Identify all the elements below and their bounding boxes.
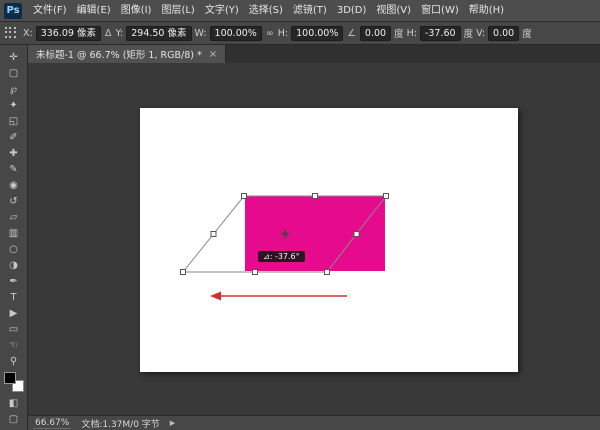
document-area: 未标题-1 @ 66.7% (矩形 1, RGB/8) * ×	[28, 45, 600, 430]
quick-mask-button[interactable]: ◧	[2, 395, 26, 411]
menu-window[interactable]: 窗口(W)	[416, 0, 464, 22]
pasteboard[interactable]: ⊿: -37.6°	[28, 63, 600, 415]
menu-select[interactable]: 选择(S)	[244, 0, 288, 22]
handle-bottom-left[interactable]	[181, 270, 186, 275]
menu-edit[interactable]: 编辑(E)	[72, 0, 116, 22]
y-input[interactable]: 294.50 像素	[126, 26, 191, 41]
type-tool[interactable]: T	[2, 289, 26, 305]
reference-point-locator[interactable]	[5, 27, 17, 39]
document-size-info: 文档:1.37M/0 字节	[81, 417, 159, 430]
clone-stamp-tool[interactable]: ◉	[2, 177, 26, 193]
x-input[interactable]: 336.09 像素	[36, 26, 101, 41]
menu-help[interactable]: 帮助(H)	[464, 0, 509, 22]
blur-tool[interactable]: ○	[2, 241, 26, 257]
handle-bottom-center[interactable]	[253, 270, 258, 275]
eyedropper-tool[interactable]: ✐	[2, 129, 26, 145]
handle-top-left[interactable]	[242, 194, 247, 199]
skew-h-label: H:	[407, 28, 417, 39]
link-dimensions-icon[interactable]: ∞	[265, 28, 275, 39]
menu-bar: Ps 文件(F) 编辑(E) 图像(I) 图层(L) 文字(Y) 选择(S) 滤…	[0, 0, 600, 22]
menu-3d[interactable]: 3D(D)	[332, 0, 372, 22]
shape-tool[interactable]: ▭	[2, 321, 26, 337]
dodge-tool[interactable]: ◑	[2, 257, 26, 273]
marquee-tool[interactable]: ▢	[2, 65, 26, 81]
handle-bottom-right[interactable]	[325, 270, 330, 275]
width-input[interactable]: 100.00%	[210, 26, 262, 41]
lasso-tool[interactable]: ℘	[2, 81, 26, 97]
zoom-tool[interactable]: ⚲	[2, 353, 26, 369]
foreground-color-swatch[interactable]	[4, 372, 16, 384]
skew-h-input[interactable]: -37.60	[420, 26, 461, 41]
transform-preview	[140, 108, 518, 372]
tab-strip: 未标题-1 @ 66.7% (矩形 1, RGB/8) * ×	[28, 45, 600, 63]
brush-tool[interactable]: ✎	[2, 161, 26, 177]
eraser-tool[interactable]: ▱	[2, 209, 26, 225]
path-selection-tool[interactable]: ▶	[2, 305, 26, 321]
tool-palette: ✛ ▢ ℘ ✦ ◱ ✐ ✚ ✎ ◉ ↺ ▱ ▥ ○ ◑ ✒ T ▶ ▭ ☜ ⚲ …	[0, 45, 28, 430]
skew-v-unit: 度	[522, 26, 532, 40]
menu-filter[interactable]: 滤镜(T)	[288, 0, 332, 22]
document-tab-title: 未标题-1 @ 66.7% (矩形 1, RGB/8) *	[36, 47, 202, 61]
handle-top-right[interactable]	[384, 194, 389, 199]
crop-tool[interactable]: ◱	[2, 113, 26, 129]
hand-tool[interactable]: ☜	[2, 337, 26, 353]
width-label: W:	[195, 28, 207, 39]
skew-angle-tooltip: ⊿: -37.6°	[258, 251, 305, 262]
transform-options-bar: X: 336.09 像素 Δ Y: 294.50 像素 W: 100.00% ∞…	[0, 22, 600, 45]
handle-top-center[interactable]	[313, 194, 318, 199]
rotate-unit: 度	[394, 26, 404, 40]
status-bar: 66.67% 文档:1.37M/0 字节 ▶	[28, 415, 600, 430]
document-canvas[interactable]: ⊿: -37.6°	[140, 108, 518, 372]
y-label: Y:	[115, 28, 123, 39]
healing-brush-tool[interactable]: ✚	[2, 145, 26, 161]
relative-position-icon[interactable]: Δ	[104, 28, 113, 39]
screen-mode-button[interactable]: ▢	[2, 411, 26, 427]
photoshop-logo: Ps	[4, 3, 22, 19]
move-tool[interactable]: ✛	[2, 49, 26, 65]
skew-v-input[interactable]: 0.00	[488, 26, 519, 41]
pen-tool[interactable]: ✒	[2, 273, 26, 289]
x-label: X:	[23, 28, 33, 39]
menu-type[interactable]: 文字(Y)	[200, 0, 244, 22]
menu-file[interactable]: 文件(F)	[28, 0, 72, 22]
handle-middle-right[interactable]	[354, 232, 359, 237]
skew-v-label: V:	[476, 28, 485, 39]
document-tab[interactable]: 未标题-1 @ 66.7% (矩形 1, RGB/8) * ×	[28, 45, 226, 63]
height-label: H:	[278, 28, 288, 39]
skew-h-unit: 度	[464, 26, 474, 40]
menu-view[interactable]: 视图(V)	[371, 0, 416, 22]
color-swatches[interactable]	[4, 372, 24, 392]
main-area: ✛ ▢ ℘ ✦ ◱ ✐ ✚ ✎ ◉ ↺ ▱ ▥ ○ ◑ ✒ T ▶ ▭ ☜ ⚲ …	[0, 45, 600, 430]
quick-selection-tool[interactable]: ✦	[2, 97, 26, 113]
menu-image[interactable]: 图像(I)	[116, 0, 157, 22]
rotate-input[interactable]: 0.00	[360, 26, 391, 41]
menu-layer[interactable]: 图层(L)	[156, 0, 199, 22]
close-icon[interactable]: ×	[209, 49, 217, 60]
rotate-angle-icon: ∠	[346, 28, 357, 39]
handle-middle-left[interactable]	[211, 232, 216, 237]
history-brush-tool[interactable]: ↺	[2, 193, 26, 209]
gradient-tool[interactable]: ▥	[2, 225, 26, 241]
red-arrow-annotation	[210, 292, 347, 301]
height-input[interactable]: 100.00%	[291, 26, 343, 41]
status-menu-arrow-icon[interactable]: ▶	[170, 419, 175, 427]
zoom-level-field[interactable]: 66.67%	[33, 418, 71, 429]
